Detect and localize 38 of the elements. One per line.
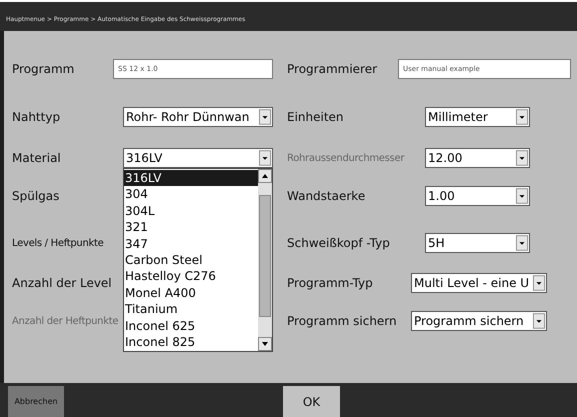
dropdown[interactable]: 12.00 <box>425 148 530 168</box>
scroll-up-icon[interactable] <box>258 169 272 183</box>
list-option[interactable]: 347 <box>124 236 258 252</box>
list-option[interactable]: Hastelloy C276 <box>124 268 258 285</box>
list-option[interactable]: 316LV <box>124 170 258 186</box>
field-label: Spülgas <box>12 189 60 203</box>
field-label: Programm-Typ <box>287 276 373 290</box>
list-option[interactable]: 304 <box>124 186 258 203</box>
dropdown[interactable]: Millimeter <box>425 107 530 127</box>
field-label: Schweißkopf -Typ <box>287 236 390 250</box>
dropdown[interactable]: 316LV <box>123 148 273 168</box>
list-option[interactable]: Inconel 825 <box>124 334 258 350</box>
list-option[interactable]: 304L <box>124 202 258 220</box>
cancel-button[interactable]: Abbrechen <box>8 386 64 417</box>
list-option[interactable]: Monel A400 <box>124 284 258 302</box>
scrollbar[interactable] <box>258 169 272 351</box>
field-label: Levels / Heftpunkte <box>12 238 104 248</box>
list-option[interactable]: Carbon Steel <box>124 252 258 268</box>
list-option[interactable]: 321 <box>124 219 258 236</box>
field-label: Nahttyp <box>12 110 60 124</box>
dropdown[interactable]: Programm sichern <box>411 311 547 331</box>
field-label: Programmierer <box>287 62 378 76</box>
field-label: Einheiten <box>287 110 344 124</box>
field-label: Anzahl der Heftpunkte <box>12 316 118 326</box>
dropdown[interactable]: 1.00 <box>425 186 530 206</box>
dropdown[interactable]: Multi Level - eine U <box>411 273 547 293</box>
list-option[interactable]: Titanium <box>124 301 258 318</box>
list-option[interactable]: Inconel 625 <box>124 318 258 334</box>
field-label: Material <box>12 151 61 165</box>
scroll-down-icon[interactable] <box>258 337 272 351</box>
dropdown[interactable]: Rohr- Rohr Dünnwan <box>123 107 273 127</box>
field-label: Rohraussendurchmesser <box>287 152 404 164</box>
ok-button[interactable]: OK <box>283 386 340 417</box>
field-label: Programm <box>12 62 74 76</box>
field-label: Wandstaerke <box>287 189 366 203</box>
dropdown[interactable]: 5H <box>425 233 530 253</box>
field-label: Programm sichern <box>287 314 397 328</box>
field-label: Anzahl der Level <box>12 276 112 290</box>
